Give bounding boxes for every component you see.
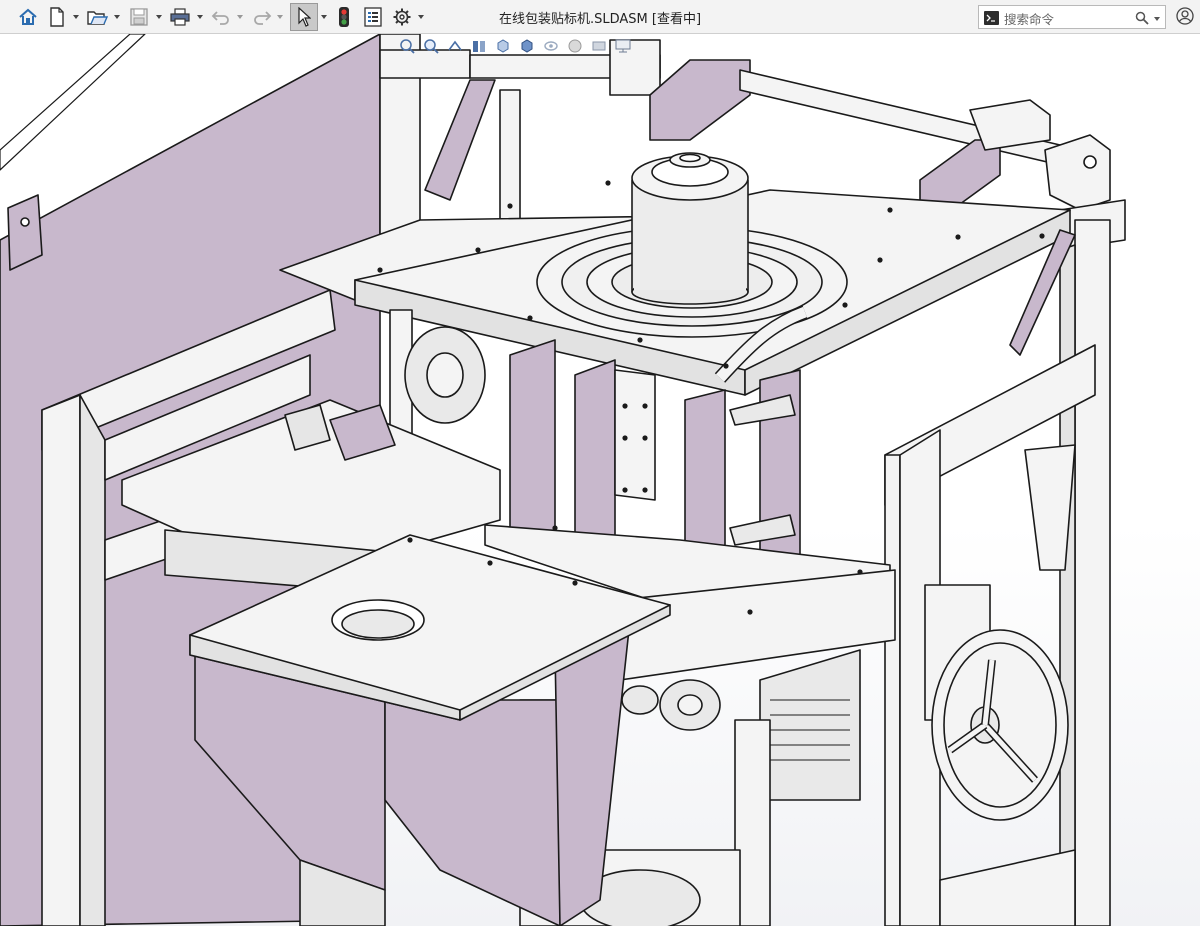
- print-dropdown-caret-icon[interactable]: [196, 10, 204, 24]
- open-folder-icon[interactable]: [84, 4, 110, 30]
- previous-view-icon[interactable]: [446, 37, 464, 55]
- rail-clamp-left: [649, 59, 751, 141]
- user-account-icon[interactable]: [1176, 7, 1194, 29]
- right-frame-post: [1074, 219, 1111, 926]
- select-dropdown-caret-icon[interactable]: [320, 10, 328, 24]
- search-icon[interactable]: [1135, 10, 1149, 29]
- rebuild-traffic-light-icon[interactable]: [334, 4, 354, 30]
- gear-icon[interactable]: [390, 4, 414, 30]
- options-dropdown-caret-icon[interactable]: [417, 10, 425, 24]
- graphics-viewport[interactable]: [0, 34, 1200, 926]
- print-icon[interactable]: [168, 4, 192, 30]
- search-dropdown-caret-icon[interactable]: [1154, 10, 1160, 29]
- new-dropdown-caret-icon[interactable]: [72, 10, 80, 24]
- redo-icon[interactable]: [250, 4, 274, 30]
- home-icon[interactable]: [16, 4, 40, 30]
- undo-icon[interactable]: [209, 4, 233, 30]
- handwheel: [931, 629, 1069, 821]
- hide-show-items-icon[interactable]: [542, 37, 560, 55]
- motor: [759, 649, 861, 801]
- file-properties-icon[interactable]: [361, 4, 385, 30]
- select-pointer-icon[interactable]: [290, 3, 318, 31]
- new-document-icon[interactable]: [46, 4, 68, 30]
- appearance-icon[interactable]: [566, 37, 584, 55]
- view-settings-icon[interactable]: [614, 37, 632, 55]
- title-bar: 在线包装贴标机.SLDASM [查看中] 搜索命令: [0, 0, 1200, 34]
- display-style-icon[interactable]: [518, 37, 536, 55]
- search-placeholder: 搜索命令: [1004, 12, 1055, 27]
- undo-dropdown-caret-icon[interactable]: [236, 10, 244, 24]
- search-commands-box[interactable]: 搜索命令: [978, 5, 1166, 29]
- assembly-model: [0, 34, 1126, 926]
- zoom-area-icon[interactable]: [422, 37, 440, 55]
- heads-up-view-toolbar: [398, 34, 632, 58]
- command-prompt-icon: [984, 10, 999, 25]
- left-frame-post: [41, 394, 81, 926]
- scene-icon[interactable]: [590, 37, 608, 55]
- redo-dropdown-caret-icon[interactable]: [276, 10, 284, 24]
- save-icon[interactable]: [127, 4, 151, 30]
- hopper-right: [384, 699, 561, 926]
- section-view-icon[interactable]: [470, 37, 488, 55]
- open-dropdown-caret-icon[interactable]: [113, 10, 121, 24]
- zoom-to-fit-icon[interactable]: [398, 37, 416, 55]
- view-orientation-icon[interactable]: [494, 37, 512, 55]
- save-dropdown-caret-icon[interactable]: [155, 10, 163, 24]
